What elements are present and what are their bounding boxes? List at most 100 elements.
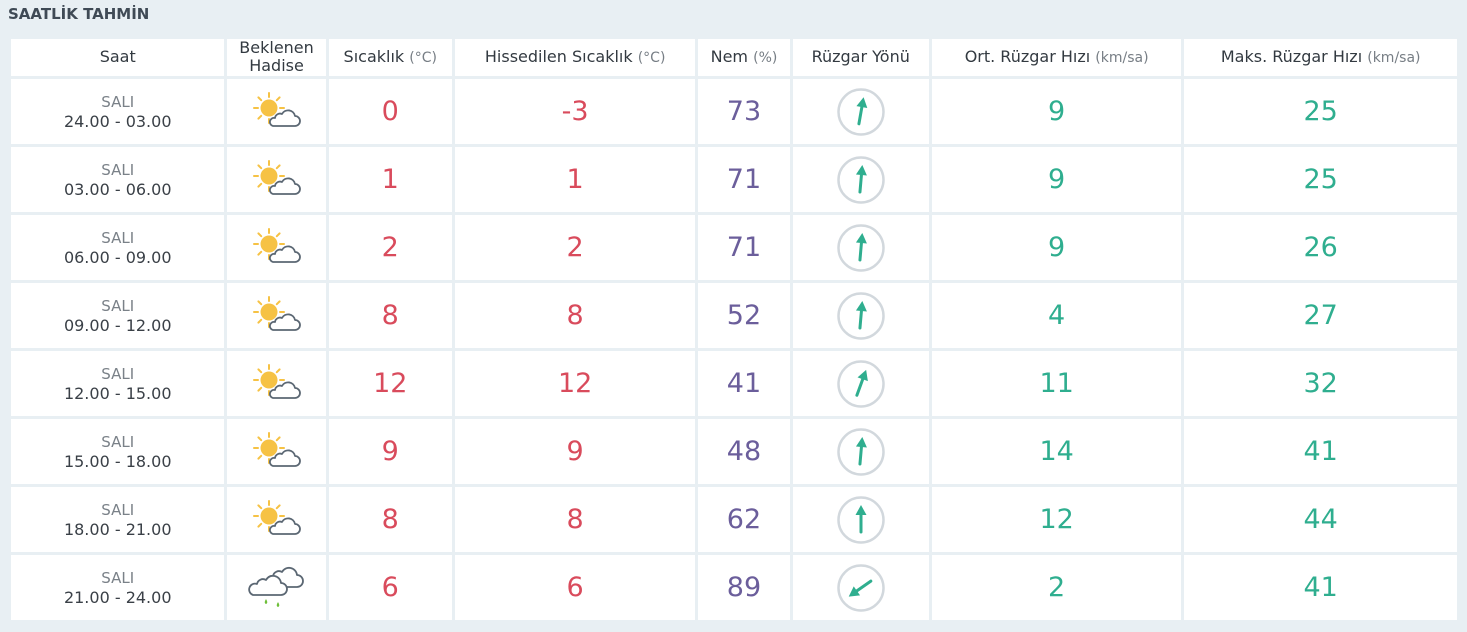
wind-direction-cell (792, 419, 929, 484)
humidity-value: 48 (698, 419, 790, 484)
table-row: SALI 24.00 - 03.00 0 -3 73 9 25 (11, 79, 1457, 144)
wind-direction-arrow-icon (836, 223, 885, 272)
time-range: 24.00 - 03.00 (63, 111, 172, 131)
feels-like-value: 12 (454, 351, 696, 416)
table-row: SALI 21.00 - 24.00 6 6 89 2 41 (11, 555, 1457, 620)
feels-like-value: 8 (454, 487, 696, 552)
max-wind-value: 32 (1184, 351, 1457, 416)
rain-icon (247, 566, 304, 607)
temperature-value: 6 (328, 555, 452, 620)
weather-cell (227, 79, 326, 144)
time-cell: SALI 03.00 - 06.00 (11, 147, 225, 212)
time-range: 21.00 - 24.00 (63, 587, 172, 607)
wind-direction-cell (792, 555, 929, 620)
max-wind-value: 25 (1184, 147, 1457, 212)
partly-cloudy-icon (252, 159, 301, 195)
humidity-value: 62 (698, 487, 790, 552)
header-temperature: Sıcaklık (°C) (328, 39, 452, 76)
max-wind-value: 26 (1184, 215, 1457, 280)
time-cell: SALI 09.00 - 12.00 (11, 283, 225, 348)
table-row: SALI 06.00 - 09.00 2 2 71 9 26 (11, 215, 1457, 280)
day-label: SALI (101, 296, 135, 315)
table-row: SALI 15.00 - 18.00 9 9 48 14 41 (11, 419, 1457, 484)
feels-like-value: 9 (454, 419, 696, 484)
wind-direction-arrow-icon (836, 291, 885, 340)
header-humidity: Nem (%) (698, 39, 790, 76)
weather-cell (227, 283, 326, 348)
day-label: SALI (101, 160, 135, 179)
wind-direction-cell (792, 487, 929, 552)
time-cell: SALI 18.00 - 21.00 (11, 487, 225, 552)
day-label: SALI (101, 92, 135, 111)
time-range: 12.00 - 15.00 (63, 383, 172, 403)
table-row: SALI 18.00 - 21.00 8 8 62 12 44 (11, 487, 1457, 552)
avg-wind-value: 11 (931, 351, 1182, 416)
temperature-value: 8 (328, 487, 452, 552)
temperature-value: 0 (328, 79, 452, 144)
header-wind-direction: Rüzgar Yönü (792, 39, 929, 76)
avg-wind-value: 14 (931, 419, 1182, 484)
temperature-value: 12 (328, 351, 452, 416)
weather-cell (227, 147, 326, 212)
weather-cell (227, 419, 326, 484)
weather-cell (227, 215, 326, 280)
hourly-forecast: SAATLİK TAHMİN Saat Beklenen Hadise Sıca… (0, 0, 1467, 632)
forecast-table: Saat Beklenen Hadise Sıcaklık (°C) Hisse… (8, 36, 1460, 623)
time-range: 09.00 - 12.00 (63, 315, 172, 335)
temperature-value: 9 (328, 419, 452, 484)
header-feels-like: Hissedilen Sıcaklık (°C) (454, 39, 696, 76)
feels-like-value: -3 (454, 79, 696, 144)
header-time: Saat (11, 39, 225, 76)
humidity-value: 73 (698, 79, 790, 144)
humidity-value: 89 (698, 555, 790, 620)
time-cell: SALI 15.00 - 18.00 (11, 419, 225, 484)
avg-wind-value: 9 (931, 147, 1182, 212)
wind-direction-cell (792, 79, 929, 144)
wind-direction-arrow-icon (836, 87, 885, 136)
wind-direction-cell (792, 215, 929, 280)
time-range: 03.00 - 06.00 (63, 179, 172, 199)
humidity-value: 52 (698, 283, 790, 348)
avg-wind-value: 12 (931, 487, 1182, 552)
feels-like-value: 8 (454, 283, 696, 348)
day-label: SALI (101, 500, 135, 519)
max-wind-value: 27 (1184, 283, 1457, 348)
time-range: 15.00 - 18.00 (63, 451, 172, 471)
humidity-value: 71 (698, 215, 790, 280)
wind-direction-arrow-icon (836, 359, 885, 408)
weather-cell (227, 351, 326, 416)
max-wind-value: 25 (1184, 79, 1457, 144)
partly-cloudy-icon (252, 431, 301, 467)
max-wind-value: 41 (1184, 419, 1457, 484)
header-weather: Beklenen Hadise (227, 39, 326, 76)
avg-wind-value: 9 (931, 215, 1182, 280)
temperature-value: 1 (328, 147, 452, 212)
time-cell: SALI 06.00 - 09.00 (11, 215, 225, 280)
partly-cloudy-icon (252, 295, 301, 331)
day-label: SALI (101, 568, 135, 587)
humidity-value: 41 (698, 351, 790, 416)
humidity-value: 71 (698, 147, 790, 212)
temperature-value: 8 (328, 283, 452, 348)
wind-direction-arrow-icon (836, 563, 885, 612)
wind-direction-arrow-icon (836, 155, 885, 204)
time-range: 18.00 - 21.00 (63, 519, 172, 539)
table-row: SALI 09.00 - 12.00 8 8 52 4 27 (11, 283, 1457, 348)
avg-wind-value: 9 (931, 79, 1182, 144)
feels-like-value: 2 (454, 215, 696, 280)
weather-cell (227, 555, 326, 620)
partly-cloudy-icon (252, 91, 301, 127)
section-title: SAATLİK TAHMİN (8, 5, 150, 23)
time-cell: SALI 21.00 - 24.00 (11, 555, 225, 620)
time-cell: SALI 24.00 - 03.00 (11, 79, 225, 144)
max-wind-value: 44 (1184, 487, 1457, 552)
day-label: SALI (101, 228, 135, 247)
partly-cloudy-icon (252, 363, 301, 399)
table-row: SALI 03.00 - 06.00 1 1 71 9 25 (11, 147, 1457, 212)
wind-direction-arrow-icon (836, 495, 885, 544)
wind-direction-arrow-icon (836, 427, 885, 476)
wind-direction-cell (792, 147, 929, 212)
partly-cloudy-icon (252, 499, 301, 535)
header-avg-wind: Ort. Rüzgar Hızı (km/sa) (931, 39, 1182, 76)
day-label: SALI (101, 432, 135, 451)
